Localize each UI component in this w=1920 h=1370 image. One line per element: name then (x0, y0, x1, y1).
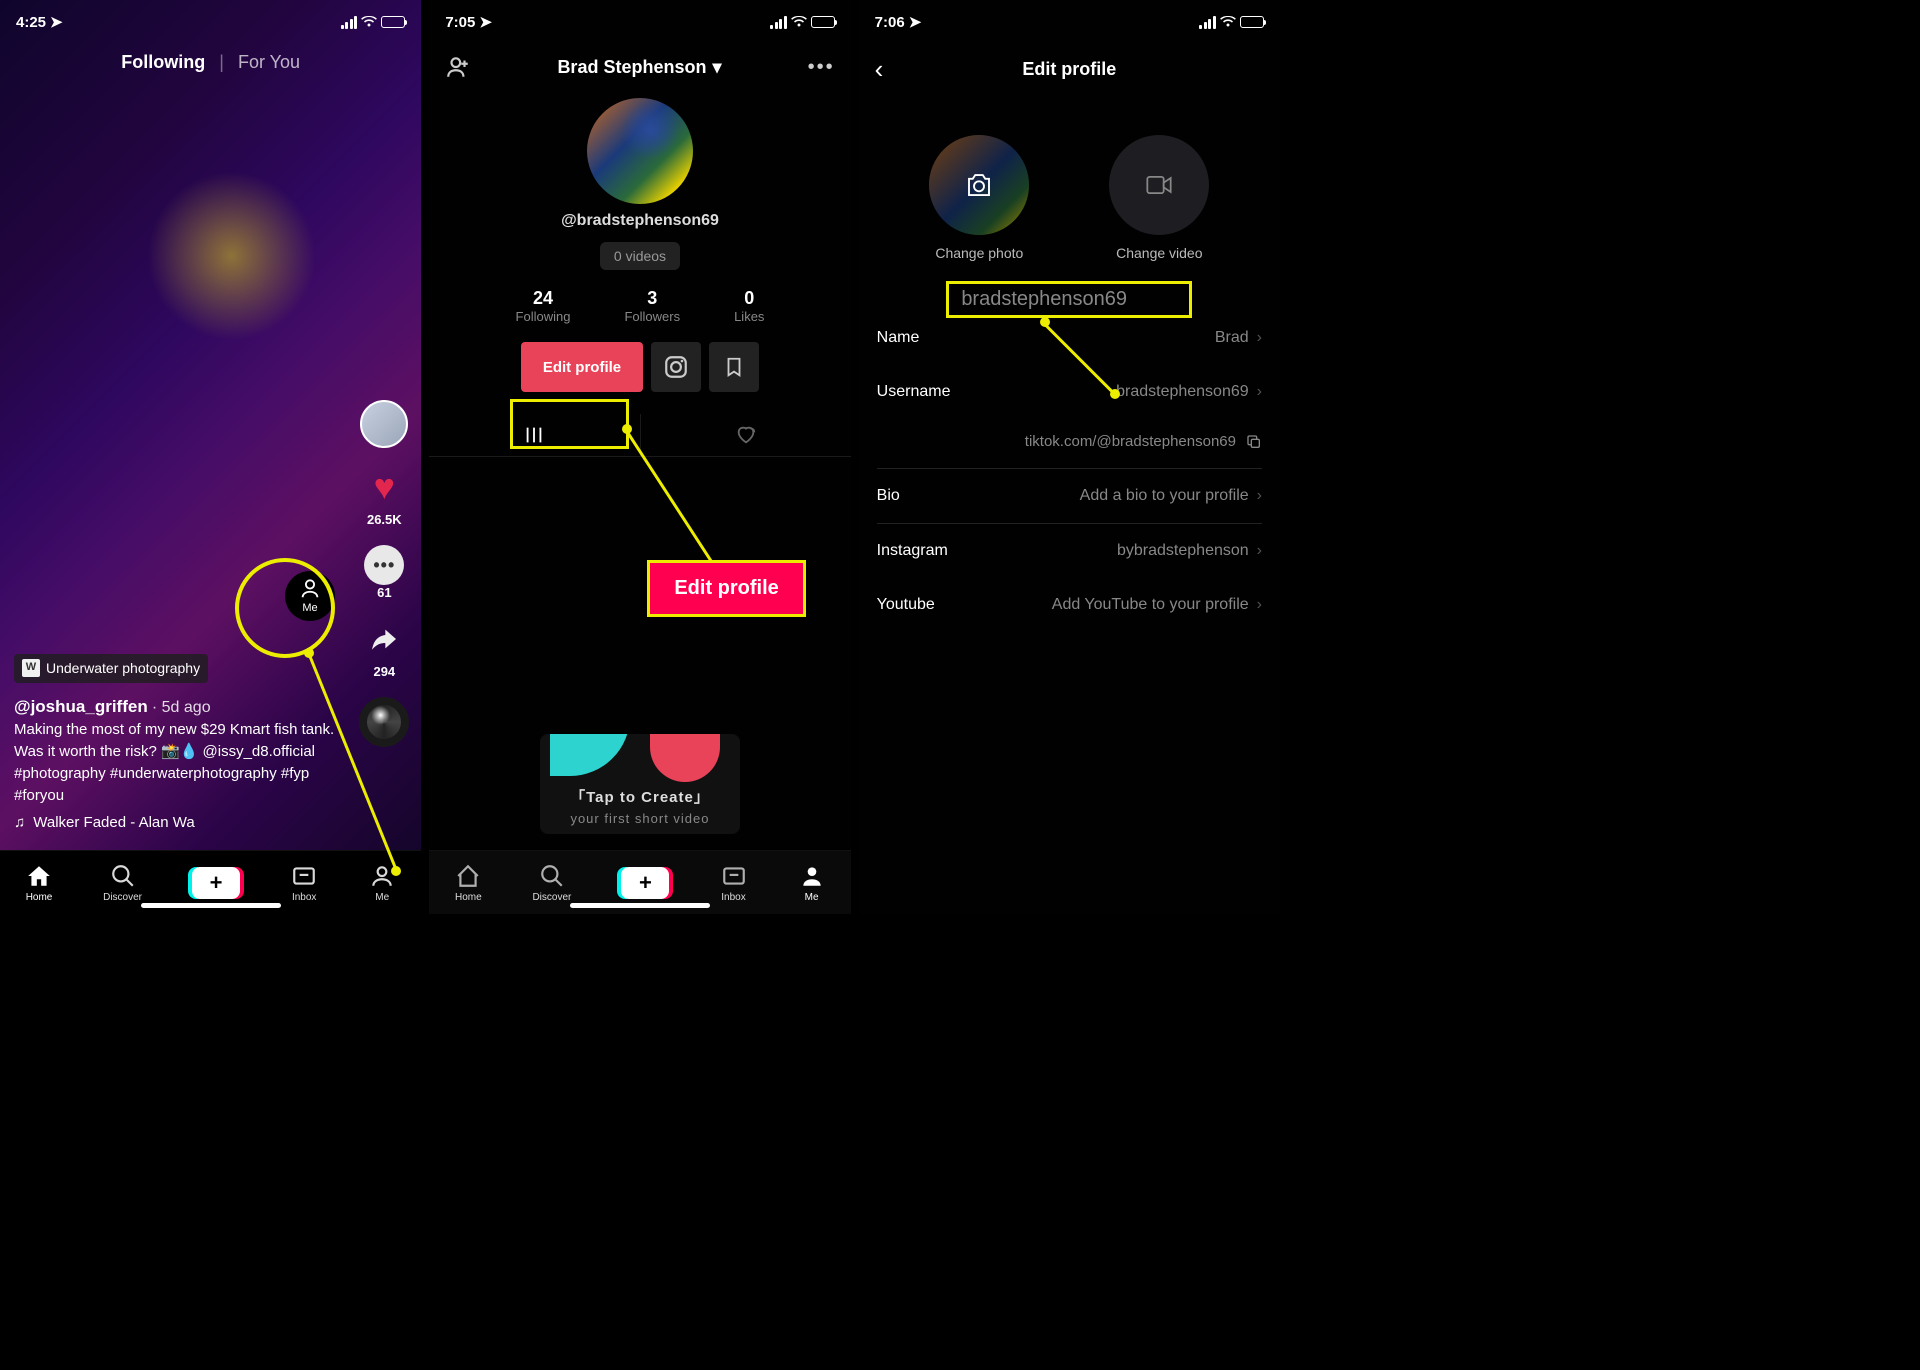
nav-create[interactable]: + (621, 867, 669, 899)
signal-icon (341, 16, 358, 29)
row-name[interactable]: Name Brad › (877, 311, 1262, 365)
comment-count: 61 (377, 585, 391, 600)
chevron-right-icon: › (1257, 383, 1262, 401)
callout-me-circle (235, 558, 335, 658)
status-time: 7:05 (445, 14, 475, 31)
battery-icon (1240, 16, 1264, 28)
signal-icon (1199, 16, 1216, 29)
tab-liked[interactable] (641, 414, 851, 456)
like-count: 26.5K (367, 512, 402, 527)
feed-tabs: Following | For You (0, 52, 421, 73)
chevron-right-icon: › (1257, 487, 1262, 505)
music-title: Walker Faded - Alan Wa (33, 812, 194, 834)
topic-badge[interactable]: W Underwater photography (14, 654, 208, 682)
row-profile-url[interactable]: tiktok.com/@bradstephenson69 (877, 419, 1262, 469)
video-count-pill: 0 videos (600, 242, 680, 270)
home-indicator (141, 903, 281, 908)
chevron-right-icon: › (1257, 596, 1262, 614)
video-right-actions: ♥ 26.5K ••• 61 294 (359, 400, 409, 747)
profile-name-dropdown[interactable]: Brad Stephenson ▾ (557, 57, 721, 78)
stat-following[interactable]: 24Following (516, 288, 571, 324)
wikipedia-icon: W (22, 659, 40, 677)
tab-for-you[interactable]: For You (238, 52, 300, 73)
post-time: 5d ago (162, 699, 211, 716)
inbox-icon (720, 862, 748, 890)
status-bar: 7:06➤ (859, 0, 1280, 44)
bookmark-button[interactable] (709, 342, 759, 392)
chevron-right-icon: › (1257, 542, 1262, 560)
inbox-icon (290, 862, 318, 890)
instagram-link-button[interactable] (651, 342, 701, 392)
chevron-down-icon: ▾ (712, 57, 721, 78)
phone-feed-screen: 4:25➤ Following | For You ♥ 26.5K ••• 61… (0, 0, 421, 914)
nav-inbox[interactable]: Inbox (720, 862, 748, 903)
page-title: Edit profile (875, 59, 1264, 80)
search-icon (109, 862, 137, 890)
post-caption: Making the most of my new $29 Kmart fish… (14, 719, 351, 806)
callout-username-box: bradstephenson69 (946, 281, 1192, 318)
copy-icon[interactable] (1246, 434, 1262, 450)
callout-box-edit-btn (510, 399, 629, 449)
feed-info-overlay: W Underwater photography @joshua_griffen… (14, 654, 351, 834)
status-time: 4:25 (16, 14, 46, 31)
profile-handle: @bradstephenson69 (429, 212, 850, 230)
home-icon (25, 862, 53, 890)
battery-icon (381, 16, 405, 28)
wifi-icon (791, 16, 807, 28)
add-friends-button[interactable] (445, 54, 471, 80)
status-bar: 4:25➤ (0, 0, 421, 44)
change-video-button[interactable]: Change video (1109, 135, 1209, 261)
nav-create[interactable]: + (192, 867, 240, 899)
change-photo-button[interactable]: Change photo (929, 135, 1029, 261)
person-icon (798, 862, 826, 890)
phone-edit-profile-screen: 7:06➤ ‹ Edit profile Change photo Change… (859, 0, 1280, 914)
edit-profile-button[interactable]: Edit profile (521, 342, 643, 392)
home-icon (454, 862, 482, 890)
music-note-icon: ♫ (14, 812, 25, 834)
stat-followers[interactable]: 3Followers (624, 288, 680, 324)
nav-home[interactable]: Home (454, 862, 482, 903)
location-arrow-icon: ➤ (50, 13, 63, 31)
row-youtube[interactable]: Youtube Add YouTube to your profile › (877, 578, 1262, 632)
status-time: 7:06 (875, 14, 905, 31)
location-arrow-icon: ➤ (909, 13, 922, 31)
more-button[interactable]: ••• (808, 56, 835, 79)
chevron-right-icon: › (1257, 329, 1262, 347)
profile-avatar[interactable] (587, 98, 693, 204)
signal-icon (770, 16, 787, 29)
nav-me[interactable]: Me (798, 862, 826, 903)
search-icon (538, 862, 566, 890)
nav-discover[interactable]: Discover (103, 862, 142, 903)
wifi-icon (1220, 16, 1236, 28)
tab-following[interactable]: Following (121, 52, 205, 73)
nav-home[interactable]: Home (25, 862, 53, 903)
share-button[interactable] (363, 618, 405, 660)
wifi-icon (361, 16, 377, 28)
nav-discover[interactable]: Discover (532, 862, 571, 903)
share-count: 294 (373, 664, 395, 679)
stat-likes[interactable]: 0Likes (734, 288, 764, 324)
status-bar: 7:05➤ (429, 0, 850, 44)
phone-profile-screen: 7:05➤ Brad Stephenson ▾ ••• @bradstephen… (429, 0, 850, 914)
like-button[interactable]: ♥ (363, 466, 405, 508)
row-instagram[interactable]: Instagram bybradstephenson › (877, 524, 1262, 578)
battery-icon (811, 16, 835, 28)
home-indicator (570, 903, 710, 908)
creator-avatar[interactable] (360, 400, 408, 448)
location-arrow-icon: ➤ (479, 13, 492, 31)
music-disc[interactable] (359, 697, 409, 747)
nav-inbox[interactable]: Inbox (290, 862, 318, 903)
tap-to-create-card[interactable]: 「Tap to Create」 your first short video (540, 734, 740, 834)
callout-edit-profile-label: Edit profile (647, 560, 805, 617)
comment-button[interactable]: ••• (364, 545, 404, 585)
row-username[interactable]: Username bradstephenson69 › (877, 365, 1262, 419)
post-username[interactable]: @joshua_griffen (14, 697, 148, 716)
row-bio[interactable]: Bio Add a bio to your profile › (877, 469, 1262, 524)
